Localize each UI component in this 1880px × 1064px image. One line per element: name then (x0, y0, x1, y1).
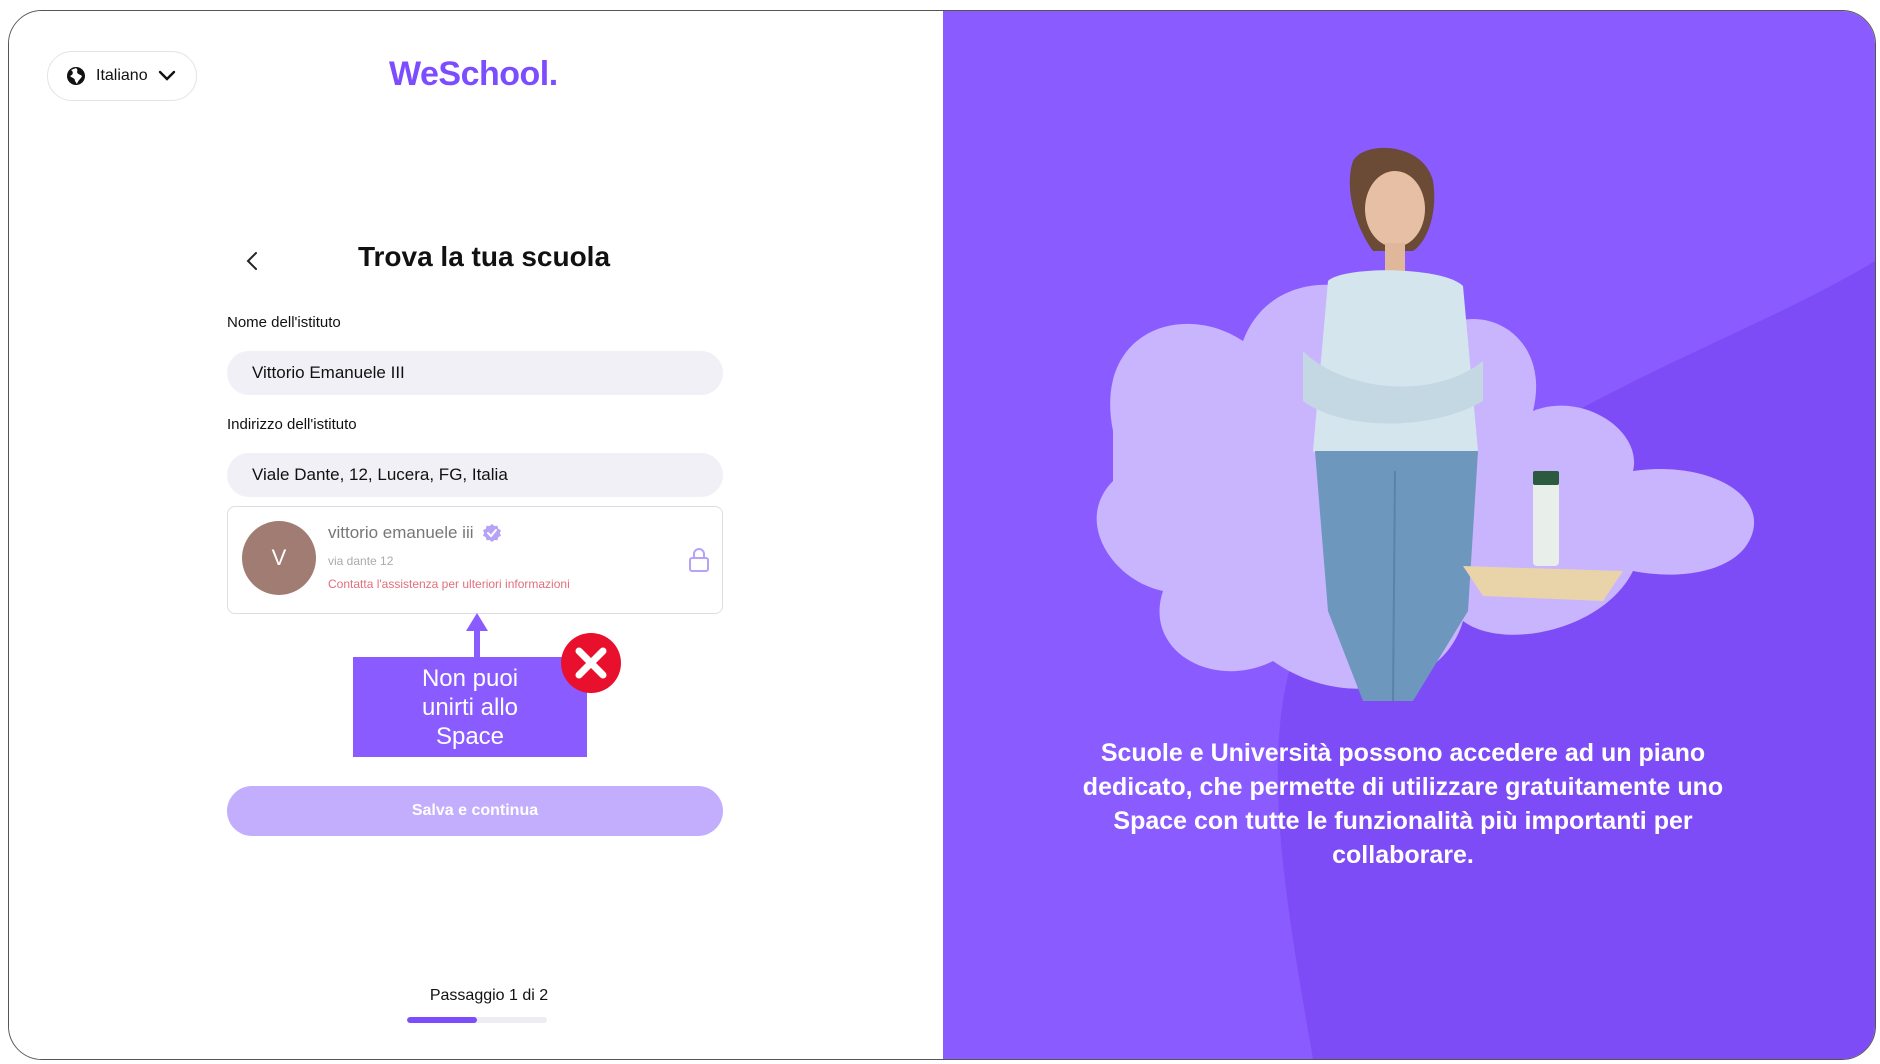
institute-name-input[interactable]: Vittorio Emanuele III (227, 351, 723, 395)
bottle-illustration (1533, 481, 1559, 566)
lock-icon (689, 548, 709, 572)
institute-address-input[interactable]: Viale Dante, 12, Lucera, FG, Italia (227, 453, 723, 497)
pointer-arrow-icon (466, 613, 488, 661)
chevron-down-icon (158, 70, 175, 81)
institute-name-label: Nome dell'istituto (227, 314, 341, 331)
institute-address-label: Indirizzo dell'istituto (227, 416, 357, 433)
school-name: vittorio emanuele iii (328, 523, 502, 543)
error-x-icon (561, 633, 621, 693)
language-label: Italiano (96, 67, 148, 84)
school-result-card[interactable]: V vittorio emanuele iii via dante 12 Con… (227, 506, 723, 614)
page-title: Trova la tua scuola (357, 241, 611, 272)
annotation-callout: Non puoi unirti allo Space (353, 657, 587, 757)
form-panel: Italiano WeSchool. Trova la tua scuola N… (9, 11, 943, 1059)
step-progress-fill (407, 1017, 477, 1023)
desk-illustration (1463, 566, 1623, 601)
app-window: Italiano WeSchool. Trova la tua scuola N… (8, 10, 1876, 1060)
support-warning: Contatta l'assistenza per ulteriori info… (328, 577, 570, 591)
avatar: V (242, 521, 316, 595)
promo-panel: Scuole e Università possono accedere ad … (943, 11, 1875, 1059)
verified-badge-icon (482, 524, 501, 542)
globe-icon (67, 67, 85, 85)
language-selector[interactable]: Italiano (47, 51, 197, 101)
step-progress-bar (407, 1017, 547, 1023)
decorative-background (1096, 147, 1875, 1059)
weschool-logo: WeSchool. (389, 55, 558, 93)
step-label: Passaggio 1 di 2 (429, 987, 549, 1004)
promo-text: Scuole e Università possono accedere ad … (1082, 739, 1724, 869)
save-continue-button[interactable]: Salva e continua (227, 786, 723, 836)
school-address: via dante 12 (328, 554, 394, 568)
